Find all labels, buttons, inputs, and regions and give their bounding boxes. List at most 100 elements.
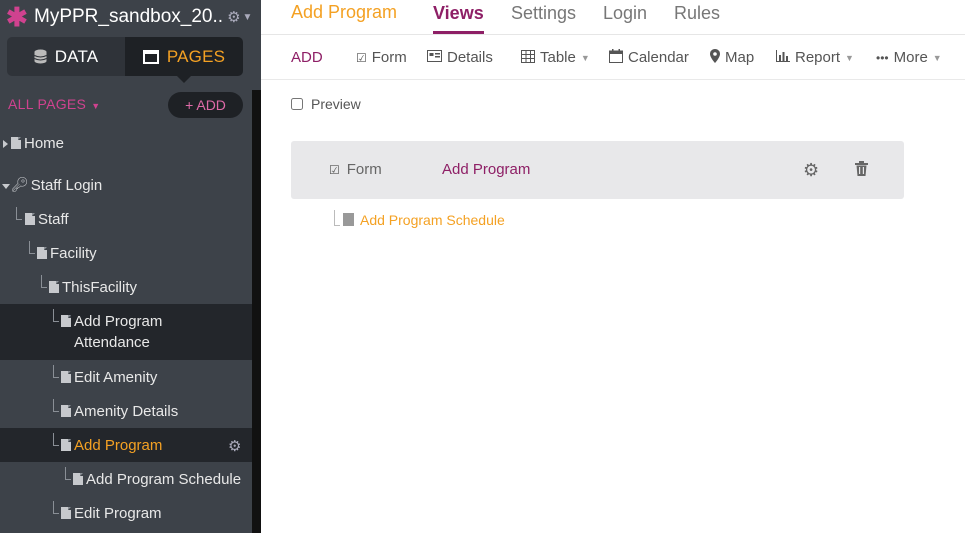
tree-connector [53, 399, 59, 412]
page-icon [61, 405, 71, 417]
preview-toggle[interactable]: Preview [291, 96, 361, 112]
tree-connector [65, 467, 71, 480]
tree-connector [16, 207, 22, 220]
add-page-button[interactable]: + ADD [168, 92, 243, 118]
add-form-button[interactable]: ☑ Form [356, 49, 407, 66]
tree-connector [41, 275, 47, 288]
page-icon [49, 281, 59, 293]
chevron-down-icon[interactable]: ▼ [243, 12, 253, 23]
child-page-link[interactable]: Add Program Schedule [334, 210, 505, 228]
tab-settings[interactable]: Settings [511, 3, 576, 24]
pages-mode-button[interactable]: PAGES [125, 37, 243, 76]
collapse-arrow-icon[interactable] [2, 184, 10, 189]
all-pages-label: ALL PAGES [8, 96, 87, 112]
pages-mode-label: PAGES [166, 46, 226, 66]
gear-icon[interactable]: ⚙ [803, 161, 819, 179]
tree-item-add-program-attendance[interactable]: Add Program Attendance [0, 304, 252, 360]
gear-icon[interactable]: ⚙ [227, 8, 240, 26]
tree-item-label: Edit Amenity [74, 369, 158, 386]
view-type-label: Form [346, 161, 382, 178]
add-calendar-button[interactable]: Calendar [609, 49, 689, 66]
bar-chart-icon [776, 50, 790, 65]
page-icon [61, 507, 71, 519]
tab-login[interactable]: Login [603, 3, 647, 24]
add-map-button[interactable]: Map [710, 49, 754, 66]
add-view-toolbar: ADD ☑ Form Details Table ▼ Calendar Map [261, 36, 965, 80]
tree-item-label: Facility [50, 245, 97, 262]
tree-item-label-line2: Attendance [74, 334, 150, 351]
chevron-down-icon: ▼ [580, 52, 590, 63]
tree-item-edit-amenity[interactable]: Edit Amenity [0, 360, 252, 394]
tree-item-label: Add Program Schedule [86, 471, 242, 488]
tab-rules[interactable]: Rules [674, 3, 720, 24]
top-nav: Add Program Views Settings Login Rules [261, 0, 965, 35]
tree-connector [29, 241, 35, 254]
data-mode-button[interactable]: DATA [7, 37, 125, 76]
mode-switch: DATA PAGES [7, 37, 243, 76]
add-details-button[interactable]: Details [427, 49, 493, 66]
page-title: Add Program [291, 2, 398, 22]
add-report-label: Report [795, 49, 841, 66]
tree-item-staff[interactable]: Staff [0, 202, 252, 236]
database-icon [33, 49, 47, 64]
ellipsis-icon: ••• [876, 50, 889, 65]
map-marker-icon [710, 49, 720, 66]
tree-item-edit-program[interactable]: Edit Program [0, 496, 252, 530]
tree-item-label: Staff Login [30, 177, 103, 194]
page-icon [61, 315, 71, 327]
tree-item-amenity-details[interactable]: Amenity Details [0, 394, 252, 428]
app-logo-icon: ✱ [6, 2, 28, 32]
check-square-icon: ☑ [356, 50, 367, 65]
page-icon [61, 439, 71, 451]
child-page-label[interactable]: Add Program Schedule [360, 212, 505, 228]
tree-connector [53, 433, 59, 446]
check-square-icon: ☑ [329, 162, 340, 177]
add-table-button[interactable]: Table ▼ [521, 49, 590, 66]
window-icon [142, 49, 159, 64]
tree-item-home[interactable]: Home [0, 126, 252, 160]
add-table-label: Table [540, 49, 576, 66]
app-title-bar[interactable]: ✱ MyPPR_sandbox_20.. ⚙ ▼ [0, 0, 261, 34]
chevron-down-icon: ▼ [91, 101, 101, 111]
calendar-icon [609, 49, 623, 66]
tree-connector [53, 501, 59, 514]
view-card[interactable]: ☑ Form Add Program ⚙ [291, 141, 904, 199]
trash-icon[interactable] [855, 161, 868, 180]
tree-item-label-line1: Add Program [74, 313, 163, 330]
tree-item-facility[interactable]: Facility [0, 236, 252, 270]
all-pages-dropdown[interactable]: ALL PAGES ▼ [8, 96, 100, 112]
page-icon [37, 247, 47, 259]
tab-views[interactable]: Views [433, 3, 484, 34]
preview-checkbox[interactable] [291, 98, 303, 110]
tree-item-label: Add Program [74, 437, 163, 454]
tree-connector [53, 309, 59, 322]
add-more-button[interactable]: ••• More ▼ [876, 49, 942, 66]
details-card-icon [427, 50, 442, 65]
preview-label: Preview [311, 96, 361, 112]
page-icon [343, 213, 354, 226]
chevron-down-icon: ▼ [845, 52, 854, 63]
tree-item-thisfacility[interactable]: ThisFacility [0, 270, 252, 304]
tree-item-label: Add Program Attendance [74, 311, 162, 353]
add-details-label: Details [447, 49, 493, 66]
tree-item-label: ThisFacility [62, 279, 138, 296]
view-title[interactable]: Add Program [442, 161, 530, 178]
tree-item-label: Edit Program [74, 505, 162, 522]
add-report-button[interactable]: Report ▼ [776, 49, 854, 66]
app-name[interactable]: MyPPR_sandbox_20.. [34, 6, 223, 28]
key-icon: 🔑︎ [11, 176, 29, 192]
tree-item-label: Staff [38, 211, 69, 228]
page-icon [25, 213, 35, 225]
tree-item-label: Home [24, 135, 65, 152]
gear-icon[interactable]: ⚙ [228, 437, 241, 455]
app-root: ✱ MyPPR_sandbox_20.. ⚙ ▼ DATA PAGES ALL … [0, 0, 965, 533]
expand-arrow-icon[interactable] [3, 140, 8, 148]
add-calendar-label: Calendar [628, 49, 689, 66]
add-more-label: More [893, 49, 928, 66]
page-icon [73, 473, 83, 485]
tree-item-staff-login[interactable]: 🔑︎ Staff Login [0, 168, 252, 202]
tree-item-add-program-schedule[interactable]: Add Program Schedule [0, 462, 252, 496]
tree-item-add-program[interactable]: Add Program ⚙ [0, 428, 252, 462]
active-mode-pointer [177, 76, 191, 83]
sidebar-scrollbar[interactable] [252, 90, 261, 533]
